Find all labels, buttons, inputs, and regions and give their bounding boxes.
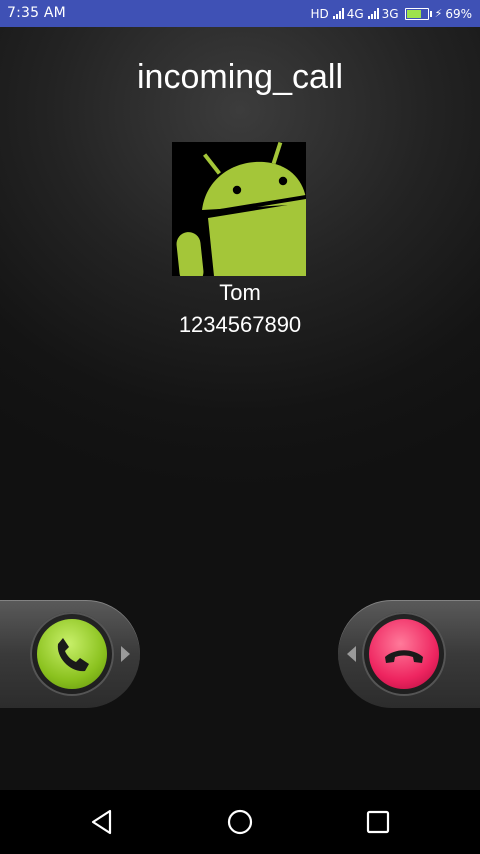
incoming-call-screen: 7:35 AM HD 4G 3G ⚡ 69% incoming_call Tom… — [0, 0, 480, 854]
signal-icon — [367, 8, 379, 19]
slide-right-arrow-icon — [121, 646, 130, 662]
battery-percent: 69% — [445, 6, 472, 21]
battery-icon — [404, 7, 432, 20]
back-triangle-icon[interactable] — [88, 808, 116, 836]
recents-square-icon[interactable] — [364, 808, 392, 836]
android-robot-icon — [176, 142, 306, 276]
caller-number: 1234567890 — [178, 312, 302, 337]
navigation-bar — [0, 790, 480, 854]
answer-button-core[interactable] — [37, 619, 107, 689]
decline-button[interactable] — [362, 612, 446, 696]
answer-slider[interactable] — [0, 600, 140, 708]
hd-label: HD — [310, 6, 329, 21]
signal-icon — [332, 8, 344, 19]
status-bar: 7:35 AM HD 4G 3G ⚡ 69% — [0, 0, 480, 27]
network-4g-label: 4G — [346, 6, 364, 21]
caller-name: Tom — [219, 280, 261, 305]
slide-left-arrow-icon — [347, 646, 356, 662]
caller-avatar — [172, 142, 306, 276]
decline-button-core[interactable] — [369, 619, 439, 689]
home-circle-icon[interactable] — [226, 808, 254, 836]
status-time: 7:35 AM — [7, 5, 66, 21]
page-title: incoming_call — [137, 58, 343, 96]
phone-hangup-icon — [385, 650, 423, 663]
status-indicators: HD 4G 3G ⚡ 69% — [310, 4, 472, 23]
phone-answer-icon — [57, 638, 89, 672]
decline-slider[interactable] — [338, 600, 480, 708]
charging-icon: ⚡ — [434, 7, 443, 20]
battery-fill — [406, 9, 421, 18]
network-3g-label: 3G — [381, 6, 399, 21]
answer-button[interactable] — [30, 612, 114, 696]
